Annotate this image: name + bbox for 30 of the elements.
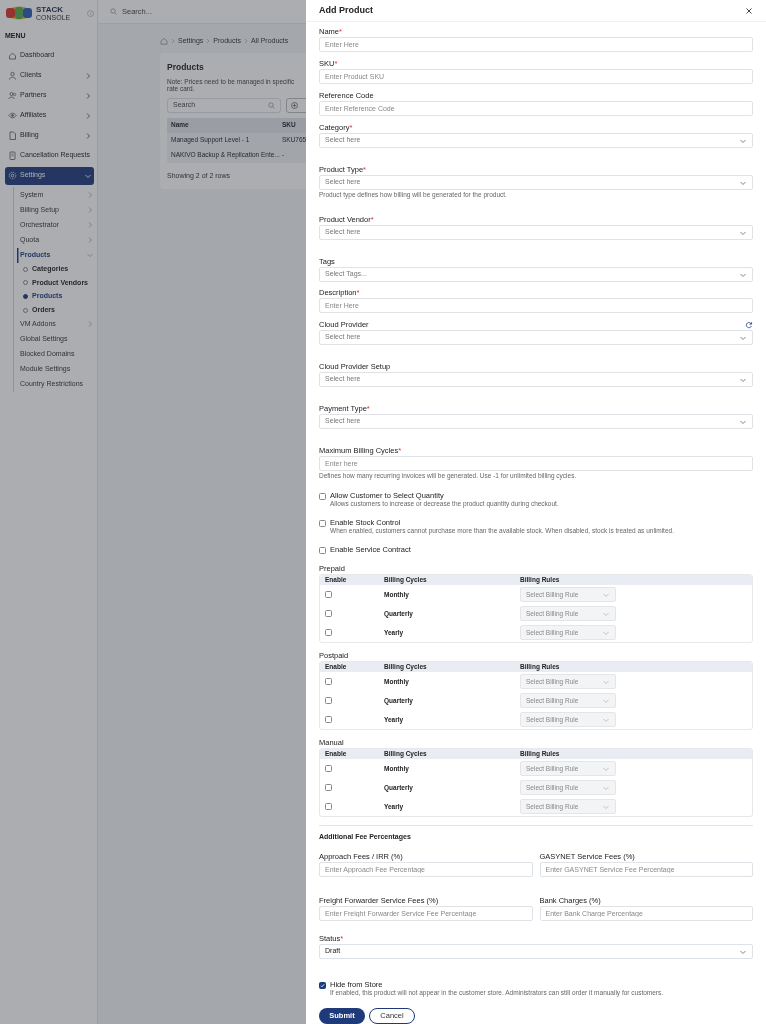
checkbox[interactable]	[319, 546, 326, 554]
chevron-right-icon	[84, 71, 92, 80]
drawer-title: Add Product	[319, 3, 373, 17]
chevron-right-icon	[84, 91, 92, 100]
close-icon	[745, 6, 753, 15]
chevron-right-icon	[243, 38, 248, 44]
chevron-right-icon	[84, 131, 92, 140]
checkbox[interactable]	[319, 981, 326, 989]
receipt-icon	[8, 151, 17, 160]
user-icon	[8, 71, 17, 80]
chevron-right-icon	[206, 38, 211, 44]
home-icon	[8, 51, 17, 60]
document-icon	[8, 131, 17, 140]
card-title: Products	[167, 61, 205, 74]
search-icon	[268, 101, 275, 109]
eye-icon	[8, 111, 17, 120]
users-icon	[8, 91, 17, 100]
add-button[interactable]	[286, 97, 306, 113]
gear-icon	[8, 171, 17, 180]
check-icon	[320, 982, 325, 988]
logo-text: STACK	[36, 5, 64, 14]
refresh-icon[interactable]	[745, 321, 753, 329]
chevron-right-icon	[171, 38, 175, 44]
chevron-right-icon	[84, 111, 92, 120]
checkbox[interactable]	[319, 492, 326, 500]
plus-circle-icon	[291, 101, 298, 109]
close-button[interactable]	[745, 6, 753, 15]
search-icon	[110, 8, 117, 15]
checkbox[interactable]	[319, 519, 326, 527]
logo-icon	[5, 6, 33, 20]
